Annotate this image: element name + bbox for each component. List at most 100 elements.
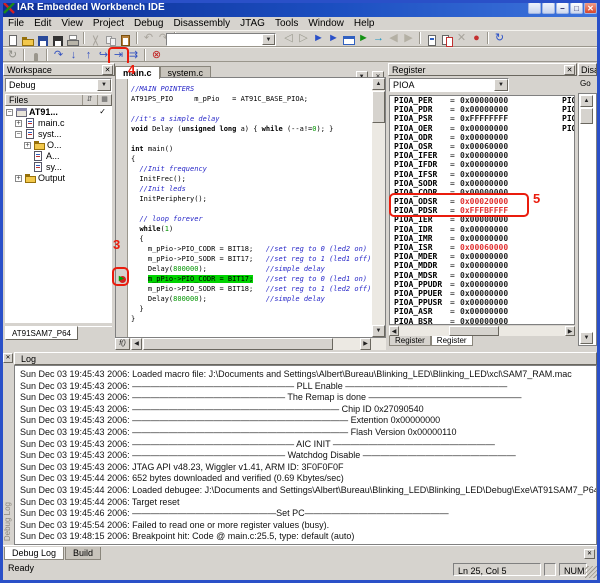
menu-view[interactable]: View bbox=[56, 17, 88, 30]
find-next-button[interactable]: ▷ bbox=[296, 32, 311, 46]
reg-hscroll-thumb[interactable] bbox=[449, 326, 499, 336]
register-row-pioa_pdsr[interactable]: PIOA_PDSR=0xFFFBFFFF bbox=[390, 206, 574, 215]
find-combo[interactable]: ▼ bbox=[166, 33, 276, 46]
stop-debugging-button[interactable]: ⊗ bbox=[149, 49, 164, 63]
find-combo-dropdown[interactable]: ▼ bbox=[262, 34, 275, 45]
reg-scroll-left-icon[interactable]: ◀ bbox=[389, 326, 399, 336]
debug-session-button[interactable]: ● bbox=[469, 32, 484, 46]
menu-window[interactable]: Window bbox=[303, 17, 349, 30]
menu-debug[interactable]: Debug bbox=[129, 17, 168, 30]
save-button[interactable] bbox=[35, 32, 50, 46]
compile-button[interactable] bbox=[424, 32, 439, 46]
menu-help[interactable]: Help bbox=[349, 17, 380, 30]
files-column-1-icon[interactable]: ⇵ bbox=[82, 95, 96, 105]
find-previous-button[interactable]: ◁ bbox=[281, 32, 296, 46]
code-line[interactable]: int main() bbox=[131, 144, 361, 154]
code-line[interactable]: //it's a simple delay bbox=[131, 114, 361, 124]
tree-expander-icon[interactable]: − bbox=[15, 131, 22, 138]
register-row-pioa_bsr[interactable]: PIOA_BSR=0x00000000 bbox=[390, 317, 574, 326]
tree-item-a[interactable]: A... bbox=[5, 150, 112, 161]
navigate-back-button[interactable]: ◀ bbox=[386, 32, 401, 46]
register-row-pioa_ppuer[interactable]: PIOA_PPUER=0x00000000 bbox=[390, 289, 574, 298]
vscroll-thumb[interactable] bbox=[372, 91, 385, 123]
register-row-pioa_ppudr[interactable]: PIOA_PPUDR=0x00000000 bbox=[390, 280, 574, 289]
log-close-icon[interactable]: ✕ bbox=[3, 353, 13, 363]
register-row-pioa_ifdr[interactable]: PIOA_IFDR=0x00000000 bbox=[390, 160, 574, 169]
register-row-pioa_imr[interactable]: PIOA_IMR=0x00000000 bbox=[390, 234, 574, 243]
disasm-scroll-down-icon[interactable]: ▼ bbox=[580, 332, 593, 344]
code-line[interactable]: //Init leds bbox=[131, 184, 361, 194]
workspace-close-icon[interactable]: ✕ bbox=[102, 65, 113, 75]
paste-button[interactable] bbox=[118, 32, 133, 46]
step-into-button[interactable]: ↓ bbox=[66, 49, 81, 63]
code-line[interactable]: m_pPio->PIO_SODR = BIT18; //set reg to 1… bbox=[131, 284, 361, 294]
disassembly-body[interactable]: ▲ ▼ bbox=[578, 93, 597, 346]
configuration-combo[interactable]: Debug ▼ bbox=[5, 78, 112, 92]
register-row-pioa_isr[interactable]: PIOA_ISR=0x00060000 bbox=[390, 243, 574, 252]
register-row-pioa_psr[interactable]: PIOA_PSR=0xFFFFFFFFPIOA bbox=[390, 114, 574, 123]
scroll-right-icon[interactable]: ▶ bbox=[360, 338, 371, 350]
disasm-vscroll-thumb[interactable] bbox=[580, 108, 593, 124]
step-over-button[interactable]: ↷ bbox=[51, 49, 66, 63]
tree-item-syst[interactable]: −syst... bbox=[5, 128, 112, 139]
make-button[interactable]: ► bbox=[356, 32, 371, 46]
code-line[interactable]: void Delay (unsigned long a) { while (--… bbox=[131, 124, 361, 134]
scroll-down-icon[interactable]: ▼ bbox=[372, 325, 385, 337]
menu-edit[interactable]: Edit bbox=[29, 17, 56, 30]
register-row-pioa_asr[interactable]: PIOA_ASR=0x00000000 bbox=[390, 307, 574, 316]
window-button-1[interactable] bbox=[528, 2, 541, 14]
code-line[interactable] bbox=[131, 204, 361, 214]
register-tab-2[interactable]: Register bbox=[431, 336, 473, 346]
undo-button[interactable]: ↶ bbox=[141, 32, 156, 46]
tab-build[interactable]: Build bbox=[65, 547, 101, 560]
tree-expander-icon[interactable]: + bbox=[24, 142, 31, 149]
tab-debug-log[interactable]: Debug Log bbox=[4, 547, 64, 560]
code-area[interactable]: //MAIN POINTERSAT91PS_PIO m_pPio = AT91C… bbox=[131, 84, 361, 324]
register-row-pioa_odr[interactable]: PIOA_ODR=0x00000000 bbox=[390, 133, 574, 142]
tree-expander-icon[interactable]: − bbox=[6, 109, 13, 116]
code-line[interactable]: Delay(800000); //simple delay bbox=[131, 264, 361, 274]
scroll-up-icon[interactable]: ▲ bbox=[372, 78, 385, 90]
code-line[interactable]: //MAIN POINTERS bbox=[131, 84, 361, 94]
editor-tab-main-c[interactable]: main.c bbox=[115, 66, 160, 79]
code-line[interactable]: { bbox=[131, 154, 361, 164]
register-group-combo[interactable]: PIOA ▼ bbox=[389, 78, 509, 92]
go-to-pointer-button[interactable]: ► bbox=[311, 32, 326, 46]
reg-scroll-right-icon[interactable]: ▶ bbox=[565, 326, 575, 336]
code-line[interactable]: m_pPio->PIO_CODR = BIT17; //set reg to 0… bbox=[131, 274, 361, 284]
scroll-left-icon[interactable]: ◀ bbox=[131, 338, 142, 350]
menu-project[interactable]: Project bbox=[88, 17, 129, 30]
go-button[interactable]: ⇉ bbox=[126, 49, 141, 63]
register-row-pioa_oer[interactable]: PIOA_OER=0x00000000PIOA bbox=[390, 124, 574, 133]
code-line[interactable]: m_pPio->PIO_SODR = BIT17; //set reg to 1… bbox=[131, 254, 361, 264]
code-line[interactable]: while(1) bbox=[131, 224, 361, 234]
register-combo-dropdown[interactable]: ▼ bbox=[494, 79, 508, 91]
files-column-2-icon[interactable]: ▦ bbox=[97, 95, 111, 105]
code-line[interactable]: InitPeriphery(); bbox=[131, 194, 361, 204]
toggle-breakpoint-button[interactable]: ► bbox=[326, 32, 341, 46]
next-statement-button[interactable]: ↪ bbox=[96, 49, 111, 63]
navigate-forward-button[interactable]: ▶ bbox=[401, 32, 416, 46]
register-close-icon[interactable]: ✕ bbox=[564, 65, 575, 75]
code-line[interactable] bbox=[131, 134, 361, 144]
make-project-button[interactable] bbox=[439, 32, 454, 46]
register-horizontal-scrollbar[interactable]: ◀ ▶ bbox=[389, 326, 575, 336]
new-document-button[interactable] bbox=[5, 32, 20, 46]
register-row-pioa_ifsr[interactable]: PIOA_IFSR=0x00000000 bbox=[390, 170, 574, 179]
code-line[interactable]: } bbox=[131, 314, 361, 324]
menu-disassembly[interactable]: Disassembly bbox=[168, 17, 235, 30]
reset-button[interactable]: ↻ bbox=[5, 49, 20, 63]
menu-jtag[interactable]: JTAG bbox=[235, 17, 270, 30]
restart-debugger-button[interactable]: ↻ bbox=[492, 32, 507, 46]
menu-tools[interactable]: Tools bbox=[270, 17, 303, 30]
save-all-button[interactable] bbox=[50, 32, 65, 46]
minimize-button[interactable]: – bbox=[556, 2, 569, 14]
register-row-pioa_mddr[interactable]: PIOA_MDDR=0x00000000 bbox=[390, 261, 574, 270]
code-line[interactable]: AT91PS_PIO m_pPio = AT91C_BASE_PIOA; bbox=[131, 94, 361, 104]
tree-item-mainc[interactable]: +main.c bbox=[5, 117, 112, 128]
copy-button[interactable] bbox=[103, 32, 118, 46]
register-row-pioa_mder[interactable]: PIOA_MDER=0x00000000 bbox=[390, 252, 574, 261]
register-row-pioa_per[interactable]: PIOA_PER=0x00000000PIOA bbox=[390, 96, 574, 105]
register-row-pioa_ppusr[interactable]: PIOA_PPUSR=0x00000000 bbox=[390, 298, 574, 307]
code-line[interactable]: // loop forever bbox=[131, 214, 361, 224]
